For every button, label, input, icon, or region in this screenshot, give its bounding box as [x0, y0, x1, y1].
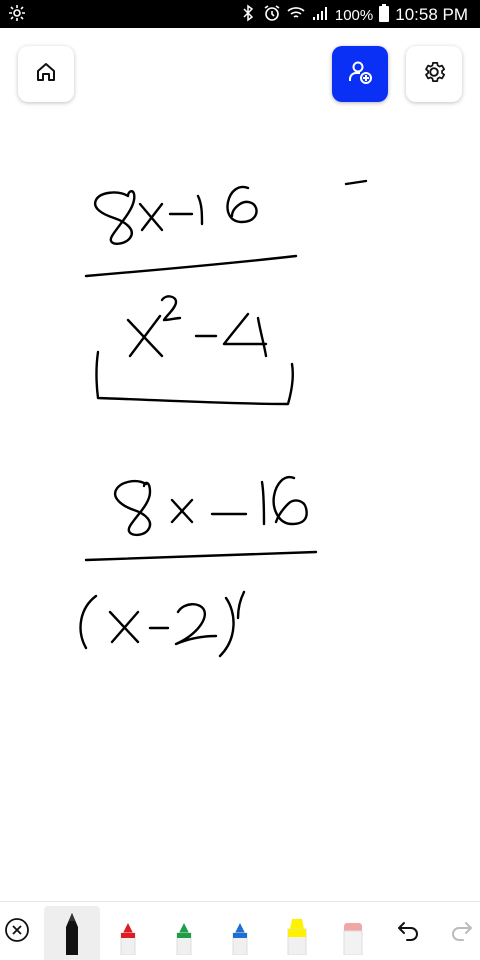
status-bar: 100% 10:58 PM [0, 0, 480, 28]
stroke-tick [236, 590, 246, 620]
stroke-dash [344, 179, 368, 186]
home-icon [34, 60, 58, 89]
stroke-8 [93, 190, 136, 245]
wifi-icon [287, 4, 305, 26]
stroke-1 [196, 194, 204, 226]
pen-toolbar [0, 901, 480, 960]
fraction-bar-2 [84, 550, 318, 562]
stroke-4 [222, 312, 268, 358]
stroke-lparen [79, 594, 98, 650]
redo-button[interactable] [448, 917, 474, 948]
highlighter-tool[interactable] [280, 917, 314, 960]
stroke-x4 [108, 610, 140, 644]
stroke-box [95, 350, 294, 406]
fraction-bar-1 [84, 254, 298, 278]
battery-icon [379, 4, 390, 26]
alarm-icon [263, 4, 281, 26]
stroke-x1 [138, 202, 164, 232]
stroke-x3 [170, 498, 194, 524]
add-user-button[interactable] [332, 46, 388, 102]
black-pen-tool[interactable] [56, 911, 88, 960]
stroke-x2 [126, 314, 164, 358]
close-circle-icon [4, 918, 30, 947]
drawing-canvas[interactable] [0, 110, 480, 900]
bluetooth-icon [239, 4, 257, 26]
stroke-6 [226, 185, 258, 224]
green-pen-tool[interactable] [168, 919, 200, 960]
clock-time: 10:58 PM [395, 5, 468, 24]
stroke-6b [272, 475, 308, 526]
stroke-1b [260, 480, 266, 526]
stroke-2 [174, 603, 218, 646]
red-pen-tool[interactable] [112, 919, 144, 960]
signal-icon [311, 4, 329, 26]
gear-icon [421, 59, 447, 90]
redo-icon [448, 922, 474, 947]
notification-icon [8, 4, 26, 26]
stroke-8b [113, 479, 152, 537]
settings-button[interactable] [406, 46, 462, 102]
close-toolbar-button[interactable] [4, 917, 30, 948]
undo-icon [396, 922, 422, 947]
handwriting-strokes [79, 179, 368, 658]
home-button[interactable] [18, 46, 74, 102]
undo-button[interactable] [396, 917, 422, 948]
battery-percent: 100% [334, 6, 374, 24]
eraser-tool[interactable] [336, 921, 370, 960]
stroke-rparen [218, 596, 235, 658]
stroke-exp2 [160, 295, 182, 322]
blue-pen-tool[interactable] [224, 919, 256, 960]
add-user-icon [346, 58, 374, 91]
